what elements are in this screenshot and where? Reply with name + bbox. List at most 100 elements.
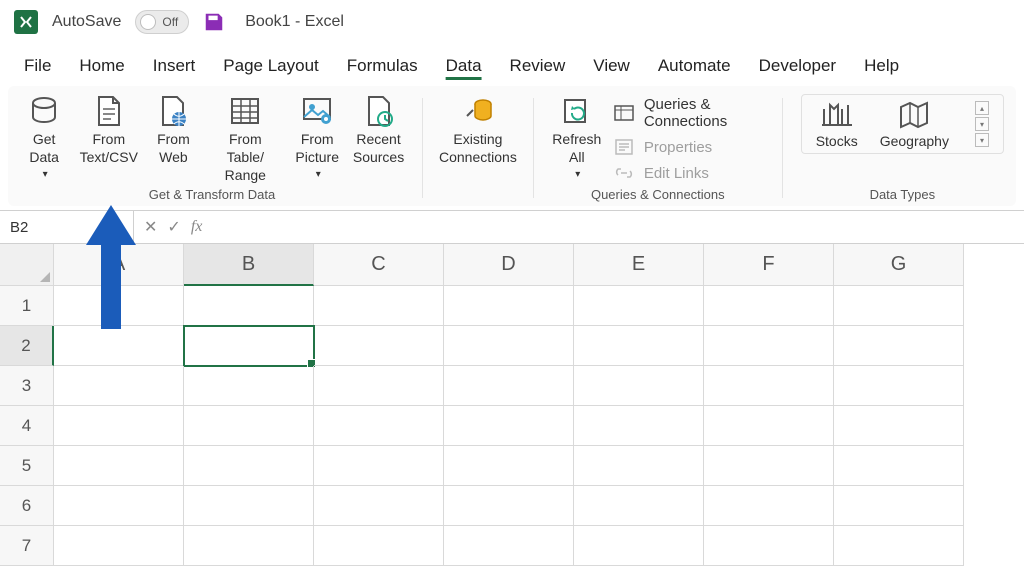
properties-icon <box>614 138 634 156</box>
recent-sources-button[interactable]: Recent Sources <box>348 92 409 168</box>
tab-help[interactable]: Help <box>850 48 913 86</box>
cell-C6[interactable] <box>314 486 444 526</box>
tab-view[interactable]: View <box>579 48 644 86</box>
cell-E5[interactable] <box>574 446 704 486</box>
cell-F3[interactable] <box>704 366 834 406</box>
tab-page-layout[interactable]: Page Layout <box>209 48 332 86</box>
properties-button: Properties <box>614 138 762 156</box>
existing-connections-button[interactable]: Existing Connections <box>433 92 523 168</box>
row-header-2[interactable]: 2 <box>0 326 54 366</box>
cell-G4[interactable] <box>834 406 964 446</box>
cell-B1[interactable] <box>184 286 314 326</box>
get-data-button[interactable]: Get Data▾ <box>15 92 73 186</box>
cell-F6[interactable] <box>704 486 834 526</box>
autosave-toggle[interactable]: Off <box>135 10 189 34</box>
cell-G1[interactable] <box>834 286 964 326</box>
cell-G5[interactable] <box>834 446 964 486</box>
row-header-4[interactable]: 4 <box>0 406 54 446</box>
cell-D7[interactable] <box>444 526 574 566</box>
tab-home[interactable]: Home <box>65 48 138 86</box>
col-header-B[interactable]: B <box>184 244 314 286</box>
cell-D1[interactable] <box>444 286 574 326</box>
chevron-up-icon[interactable]: ▴ <box>975 101 989 115</box>
row-header-5[interactable]: 5 <box>0 446 54 486</box>
cell-C4[interactable] <box>314 406 444 446</box>
cell-A1[interactable] <box>54 286 184 326</box>
cell-E6[interactable] <box>574 486 704 526</box>
cell-E1[interactable] <box>574 286 704 326</box>
data-type-stocks[interactable]: Stocks <box>816 99 858 149</box>
cell-A7[interactable] <box>54 526 184 566</box>
tab-data[interactable]: Data <box>432 48 496 86</box>
cell-B6[interactable] <box>184 486 314 526</box>
cell-B4[interactable] <box>184 406 314 446</box>
chevron-down-icon[interactable]: ▾ <box>975 117 989 131</box>
cell-A4[interactable] <box>54 406 184 446</box>
cell-G3[interactable] <box>834 366 964 406</box>
cell-F7[interactable] <box>704 526 834 566</box>
col-header-G[interactable]: G <box>834 244 964 286</box>
cell-F4[interactable] <box>704 406 834 446</box>
cell-B2[interactable] <box>184 326 314 366</box>
row-header-6[interactable]: 6 <box>0 486 54 526</box>
select-all-corner[interactable] <box>0 244 54 286</box>
cell-B7[interactable] <box>184 526 314 566</box>
cell-B3[interactable] <box>184 366 314 406</box>
queries-connections-button[interactable]: Queries & Connections <box>614 96 762 130</box>
cell-A3[interactable] <box>54 366 184 406</box>
from-picture-button[interactable]: From Picture▾ <box>288 92 346 186</box>
row-header-3[interactable]: 3 <box>0 366 54 406</box>
data-type-geography[interactable]: Geography <box>880 99 949 149</box>
cell-C2[interactable] <box>314 326 444 366</box>
chevron-expand-icon[interactable]: ▾ <box>975 133 989 147</box>
cell-E3[interactable] <box>574 366 704 406</box>
from-table-range-button[interactable]: From Table/ Range <box>204 92 286 186</box>
tab-automate[interactable]: Automate <box>644 48 745 86</box>
cell-D6[interactable] <box>444 486 574 526</box>
cell-C3[interactable] <box>314 366 444 406</box>
cell-B5[interactable] <box>184 446 314 486</box>
cell-F2[interactable] <box>704 326 834 366</box>
col-header-F[interactable]: F <box>704 244 834 286</box>
data-type-scroll[interactable]: ▴ ▾ ▾ <box>975 101 989 147</box>
row-header-1[interactable]: 1 <box>0 286 54 326</box>
refresh-all-button[interactable]: Refresh All▾ <box>548 92 606 186</box>
cell-C5[interactable] <box>314 446 444 486</box>
cell-G2[interactable] <box>834 326 964 366</box>
cell-E4[interactable] <box>574 406 704 446</box>
fx-icon[interactable]: fx <box>191 218 203 236</box>
tab-insert[interactable]: Insert <box>139 48 210 86</box>
tab-developer[interactable]: Developer <box>745 48 851 86</box>
tab-review[interactable]: Review <box>496 48 580 86</box>
tab-formulas[interactable]: Formulas <box>333 48 432 86</box>
cell-G6[interactable] <box>834 486 964 526</box>
cell-A6[interactable] <box>54 486 184 526</box>
col-header-E[interactable]: E <box>574 244 704 286</box>
cancel-formula-icon[interactable]: ✕ <box>144 217 157 237</box>
cell-D3[interactable] <box>444 366 574 406</box>
cell-D4[interactable] <box>444 406 574 446</box>
cell-A2[interactable] <box>54 326 184 366</box>
from-text-csv-button[interactable]: From Text/CSV <box>75 92 142 168</box>
enter-formula-icon[interactable]: ✓ <box>167 217 180 237</box>
col-header-A[interactable]: A <box>54 244 184 286</box>
cell-F1[interactable] <box>704 286 834 326</box>
tab-file[interactable]: File <box>10 48 65 86</box>
col-header-C[interactable]: C <box>314 244 444 286</box>
name-box[interactable]: B2 <box>0 211 134 243</box>
cell-D5[interactable] <box>444 446 574 486</box>
cell-F5[interactable] <box>704 446 834 486</box>
save-icon[interactable] <box>203 11 225 33</box>
cell-A5[interactable] <box>54 446 184 486</box>
cell-E2[interactable] <box>574 326 704 366</box>
separator <box>533 98 534 198</box>
col-header-D[interactable]: D <box>444 244 574 286</box>
cell-D2[interactable] <box>444 326 574 366</box>
cell-C1[interactable] <box>314 286 444 326</box>
formula-input[interactable] <box>212 211 1024 243</box>
cell-C7[interactable] <box>314 526 444 566</box>
from-web-button[interactable]: From Web <box>144 92 202 168</box>
row-header-7[interactable]: 7 <box>0 526 54 566</box>
cell-E7[interactable] <box>574 526 704 566</box>
cell-G7[interactable] <box>834 526 964 566</box>
